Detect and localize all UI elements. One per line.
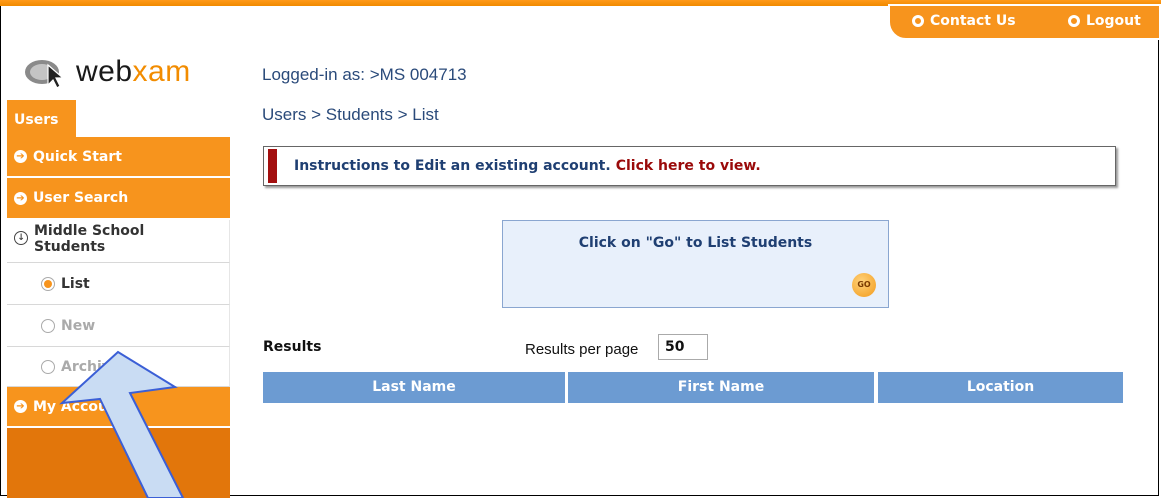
sidebar-item-label: My Account	[33, 398, 125, 415]
instructions-link[interactable]: Click here to view.	[616, 158, 761, 174]
sidebar-item-label: Quick Start	[33, 148, 122, 165]
sidebar-item-label: User Search	[33, 190, 129, 206]
contact-us-link[interactable]: Contact Us	[912, 13, 1016, 29]
sidebar-item-middle-school-students[interactable]: ↓ Middle School Students	[7, 220, 230, 263]
logo-globe-cursor-icon	[25, 60, 65, 89]
logout-label: Logout	[1086, 13, 1141, 29]
instructions-text: Instructions to Edit an existing account…	[294, 158, 611, 174]
sidebar-footer	[7, 428, 230, 498]
arrow-right-icon: ➔	[14, 400, 27, 413]
results-per-page-label: Results per page	[525, 341, 639, 358]
radio-unselected-icon	[41, 359, 55, 374]
arrow-right-icon: ➔	[14, 150, 27, 163]
breadcrumb: Users > Students > List	[262, 105, 439, 124]
ring-bullet-icon	[1068, 15, 1080, 27]
sidebar-item-label: List	[61, 275, 90, 292]
arrow-down-icon: ↓	[14, 231, 28, 245]
sidebar-item-label: Middle School Students	[34, 223, 145, 255]
sidebar-subitem-list[interactable]: List	[7, 263, 230, 305]
contact-us-label: Contact Us	[930, 13, 1016, 29]
arrow-right-icon: ➔	[14, 191, 27, 205]
sidebar: Users ➔ Quick Start ➔ User Search ↓ Midd…	[7, 100, 230, 498]
column-header-location[interactable]: Location	[878, 372, 1123, 403]
column-header-last-name[interactable]: Last Name	[263, 372, 565, 403]
sidebar-item-user-search[interactable]: ➔ User Search	[7, 178, 230, 220]
radio-selected-icon	[41, 276, 55, 291]
instructions-banner: Instructions to Edit an existing account…	[263, 146, 1116, 186]
sidebar-item-label: Archive	[61, 358, 121, 375]
logout-link[interactable]: Logout	[1068, 13, 1141, 29]
logo-wordmark: webxam	[76, 55, 191, 88]
radio-unselected-icon	[41, 318, 55, 333]
webxam-logo[interactable]: webxam	[22, 55, 191, 89]
tab-users[interactable]: Users	[7, 100, 76, 137]
sidebar-item-label: New	[61, 317, 96, 334]
sidebar-item-my-account[interactable]: ➔ My Account	[7, 387, 230, 428]
logged-in-text: Logged-in as: >MS 004713	[262, 65, 467, 84]
results-heading: Results	[263, 339, 322, 355]
ring-bullet-icon	[912, 15, 924, 27]
sidebar-subitem-archive[interactable]: Archive	[7, 347, 230, 387]
go-button[interactable]: GO	[852, 273, 876, 297]
list-students-panel: Click on "Go" to List Students GO	[502, 220, 889, 308]
column-header-first-name[interactable]: First Name	[568, 372, 874, 403]
sidebar-item-quick-start[interactable]: ➔ Quick Start	[7, 137, 230, 178]
sidebar-subitem-new[interactable]: New	[7, 305, 230, 347]
instructions-accent-bar	[268, 149, 277, 183]
results-per-page-input[interactable]: 50	[658, 334, 708, 360]
list-students-instruction: Click on "Go" to List Students	[578, 235, 813, 251]
